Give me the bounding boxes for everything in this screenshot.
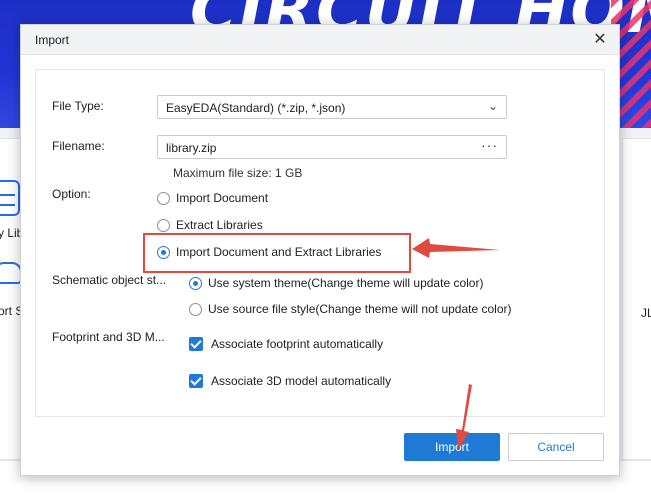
arrow-to-option-highlight: [412, 238, 500, 258]
annotation-arrows: [412, 238, 500, 450]
arrow-to-import-button: [456, 384, 472, 450]
